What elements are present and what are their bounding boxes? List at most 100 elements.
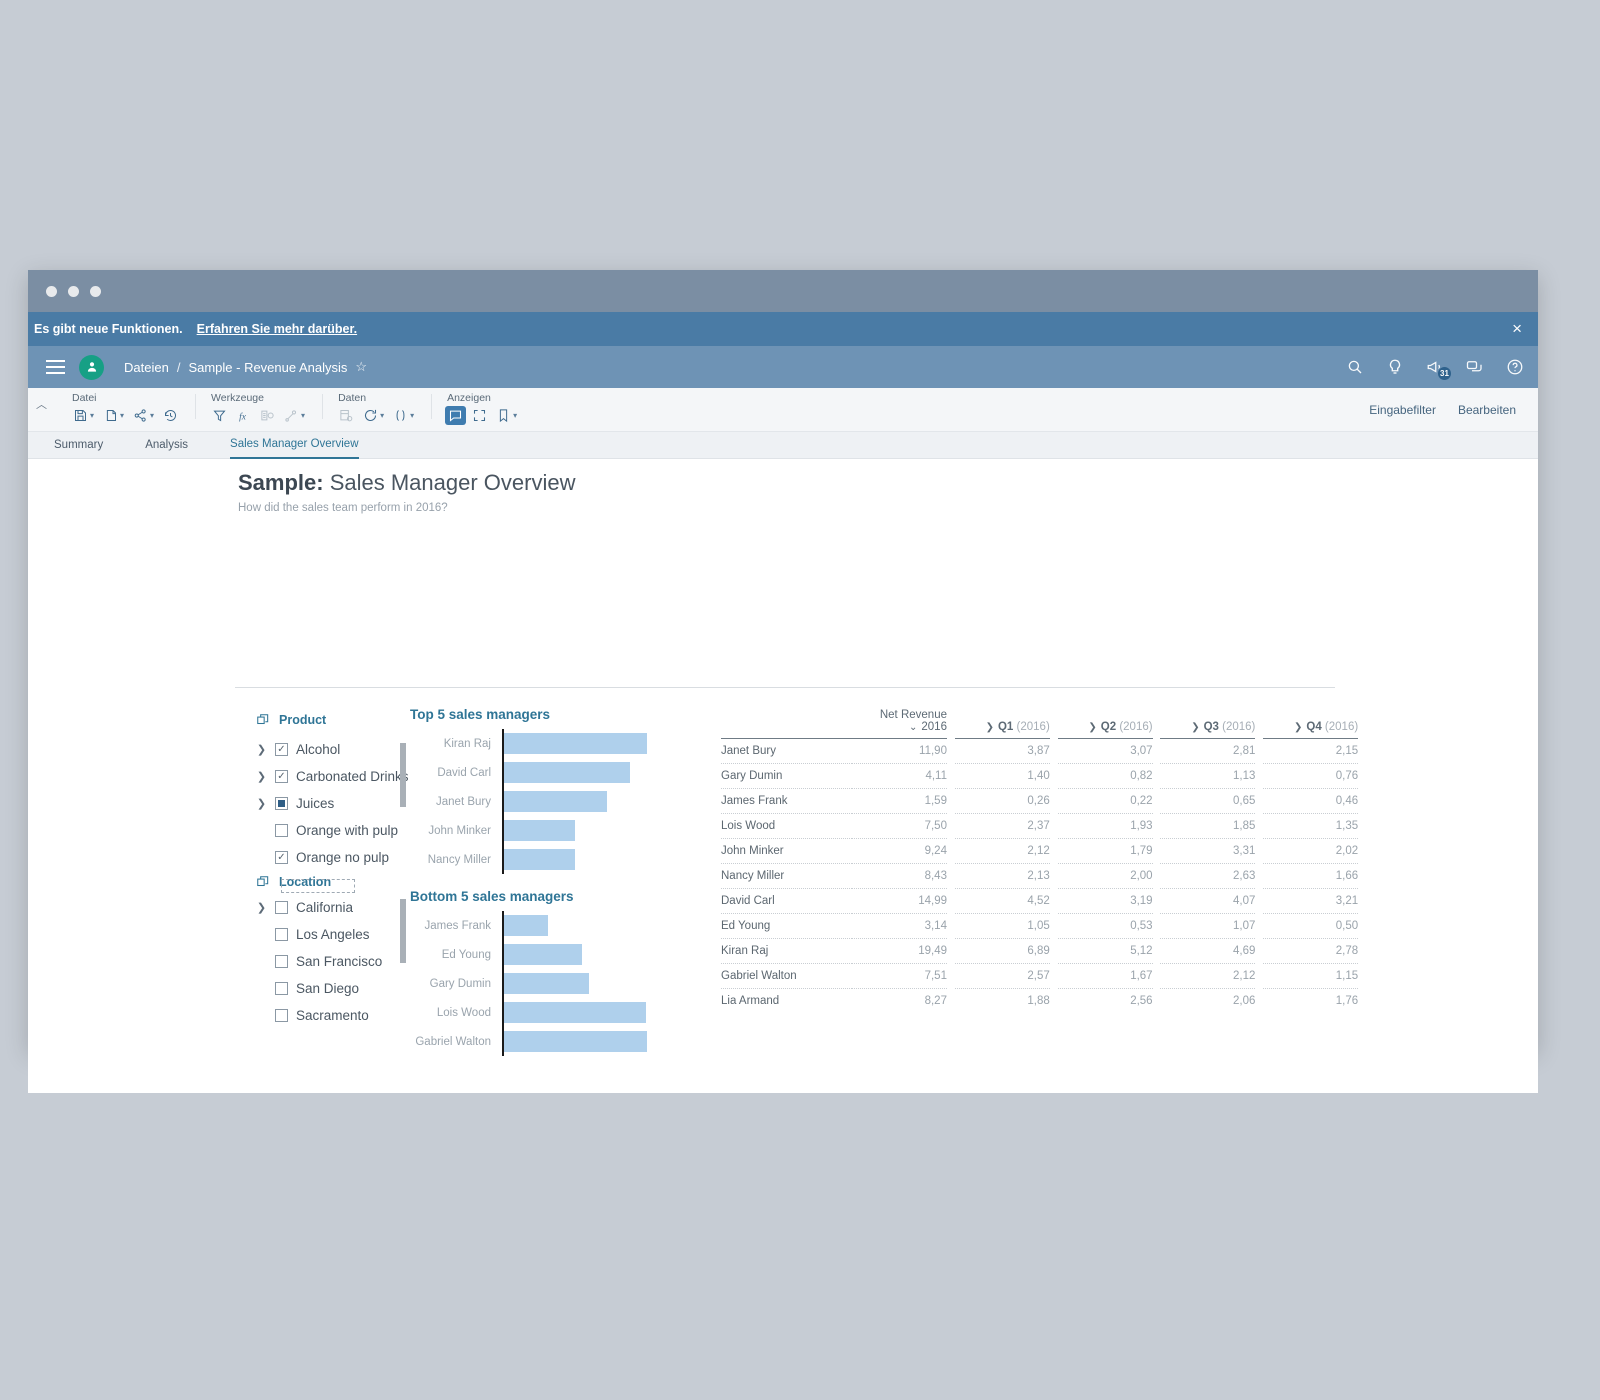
bar[interactable] — [504, 944, 582, 965]
ribbon-group-label: Werkzeuge — [211, 392, 264, 404]
window-close-dot[interactable] — [46, 285, 57, 297]
breadcrumb-current[interactable]: Sample - Revenue Analysis — [188, 360, 347, 375]
tree-node-orange-with-pulp[interactable]: Orange with pulp — [256, 817, 436, 844]
bar[interactable] — [504, 849, 575, 870]
banner-close-icon[interactable]: × — [1512, 319, 1528, 339]
table-row[interactable]: Ed Young 3,14 1,05 0,53 1,07 0,50 — [721, 913, 1366, 939]
table-q1-header[interactable]: ❯ Q1 (2016) — [954, 721, 1050, 739]
chart-bar-row[interactable]: David Carl — [410, 758, 710, 787]
tree-checkbox[interactable] — [275, 743, 288, 756]
favorite-star-icon[interactable]: ☆ — [355, 359, 367, 375]
tree-node-san-diego[interactable]: San Diego — [256, 975, 436, 1002]
table-row[interactable]: Lois Wood 7,50 2,37 1,93 1,85 1,35 — [721, 813, 1366, 839]
banner-learn-more-link[interactable]: Erfahren Sie mehr darüber. — [197, 322, 357, 336]
chevron-down-icon[interactable]: ⌄ — [909, 722, 917, 733]
bar[interactable] — [504, 1031, 647, 1052]
table-q2-header[interactable]: ❯ Q2 (2016) — [1057, 721, 1153, 739]
tree-checkbox[interactable] — [275, 770, 288, 783]
chart-bar-row[interactable]: Lois Wood — [410, 998, 710, 1027]
breadcrumb-root[interactable]: Dateien — [124, 360, 169, 375]
bar[interactable] — [504, 762, 630, 783]
ribbon-collapse-icon[interactable]: ︿ — [36, 396, 47, 412]
input-filter-button[interactable]: Eingabefilter — [1369, 403, 1436, 417]
table-row[interactable]: James Frank 1,59 0,26 0,22 0,65 0,46 — [721, 788, 1366, 814]
help-icon[interactable] — [1506, 358, 1524, 376]
chart-bar-row[interactable]: Gabriel Walton — [410, 1027, 710, 1056]
chevron-right-icon[interactable]: ❯ — [986, 722, 994, 733]
table-row[interactable]: David Carl 14,99 4,52 3,19 4,07 3,21 — [721, 888, 1366, 914]
tree-checkbox[interactable] — [275, 982, 288, 995]
announcement-icon[interactable]: 31 — [1426, 358, 1452, 381]
chart-bar-row[interactable]: James Frank — [410, 911, 710, 940]
chevron-right-icon[interactable]: ❯ — [256, 770, 267, 783]
tree-checkbox[interactable] — [275, 1009, 288, 1022]
chevron-down-icon[interactable]: ❯ — [256, 797, 267, 810]
tree-node-sacramento[interactable]: Sacramento — [256, 1002, 436, 1029]
tree-scrollbar-location[interactable] — [400, 899, 406, 963]
tree-node-juices[interactable]: ❯ Juices — [256, 790, 436, 817]
fullscreen-icon[interactable] — [469, 406, 490, 425]
lightbulb-icon[interactable] — [1386, 358, 1404, 376]
save-icon[interactable]: ▾ — [70, 406, 97, 425]
edit-button[interactable]: Bearbeiten — [1458, 403, 1516, 417]
table-row[interactable]: Gabriel Walton 7,51 2,57 1,67 2,12 1,15 — [721, 963, 1366, 989]
avatar[interactable] — [79, 354, 104, 380]
bookmark-icon[interactable]: ▾ — [493, 406, 520, 425]
tab-summary[interactable]: Summary — [54, 432, 103, 459]
chart-bar-row[interactable]: Ed Young — [410, 940, 710, 969]
variables-icon[interactable]: ▾ — [390, 406, 417, 425]
tree-checkbox[interactable] — [275, 901, 288, 914]
chart-bar-row[interactable]: John Minker — [410, 816, 710, 845]
tree-node-orange-no-pulp[interactable]: Orange no pulp — [256, 844, 436, 871]
table-row[interactable]: Gary Dumin 4,11 1,40 0,82 1,13 0,76 — [721, 763, 1366, 789]
table-row[interactable]: Janet Bury 11,90 3,87 3,07 2,81 2,15 — [721, 738, 1366, 764]
chevron-right-icon[interactable]: ❯ — [1294, 722, 1302, 733]
chevron-right-icon[interactable]: ❯ — [256, 743, 267, 756]
tree-node-san-francisco[interactable]: San Francisco — [256, 948, 436, 975]
tree-checkbox[interactable] — [275, 928, 288, 941]
tree-checkbox[interactable] — [275, 851, 288, 864]
chart-bar-row[interactable]: Gary Dumin — [410, 969, 710, 998]
bar[interactable] — [504, 973, 589, 994]
tree-node-california[interactable]: ❯ California — [256, 894, 436, 921]
chart-bar-row[interactable]: Janet Bury — [410, 787, 710, 816]
tree-node-los-angeles[interactable]: Los Angeles — [256, 921, 436, 948]
refresh-icon[interactable]: ▾ — [360, 406, 387, 425]
share-icon[interactable]: ▾ — [130, 406, 157, 425]
chart-bar-row[interactable]: Nancy Miller — [410, 845, 710, 874]
search-icon[interactable] — [1346, 358, 1364, 376]
duplicate-icon[interactable]: ▾ — [100, 406, 127, 425]
window-minimize-dot[interactable] — [68, 285, 79, 297]
tab-sales-manager-overview[interactable]: Sales Manager Overview — [230, 432, 359, 459]
table-q3-header[interactable]: ❯ Q3 (2016) — [1160, 721, 1256, 739]
chevron-right-icon[interactable]: ❯ — [1191, 722, 1199, 733]
table-year-header[interactable]: ⌄ 2016 — [851, 721, 947, 739]
chart-bar-row[interactable]: Kiran Raj — [410, 729, 710, 758]
table-row[interactable]: John Minker 9,24 2,12 1,79 3,31 2,02 — [721, 838, 1366, 864]
tree-checkbox[interactable] — [275, 824, 288, 837]
bar[interactable] — [504, 733, 647, 754]
table-row[interactable]: Kiran Raj 19,49 6,89 5,12 4,69 2,78 — [721, 938, 1366, 964]
chevron-right-icon[interactable]: ❯ — [1088, 722, 1096, 733]
chevron-down-icon[interactable]: ❯ — [256, 901, 267, 914]
tree-node-carbonated-drinks[interactable]: ❯ Carbonated Drinks — [256, 763, 436, 790]
formula-icon[interactable]: fx — [233, 406, 254, 425]
tree-checkbox[interactable] — [275, 955, 288, 968]
tab-analysis[interactable]: Analysis — [145, 432, 188, 459]
table-row[interactable]: Lia Armand 8,27 1,88 2,56 2,06 1,76 — [721, 989, 1366, 1014]
history-icon[interactable] — [160, 406, 181, 425]
bar[interactable] — [504, 1002, 646, 1023]
table-q4-header[interactable]: ❯ Q4 (2016) — [1263, 721, 1359, 739]
comment-icon[interactable] — [445, 406, 467, 425]
bar[interactable] — [504, 915, 548, 936]
table-row[interactable]: Nancy Miller 8,43 2,13 2,00 2,63 1,66 — [721, 863, 1366, 889]
menu-hamburger-icon[interactable] — [46, 360, 65, 374]
tree-checkbox[interactable] — [275, 797, 288, 810]
bar[interactable] — [504, 791, 607, 812]
chat-icon[interactable] — [1466, 358, 1484, 376]
tree-node-alcohol[interactable]: ❯ Alcohol — [256, 736, 436, 763]
window-maximize-dot[interactable] — [90, 285, 101, 297]
bar[interactable] — [504, 820, 575, 841]
tree-scrollbar-product[interactable] — [400, 743, 406, 807]
filter-icon[interactable] — [209, 406, 230, 425]
